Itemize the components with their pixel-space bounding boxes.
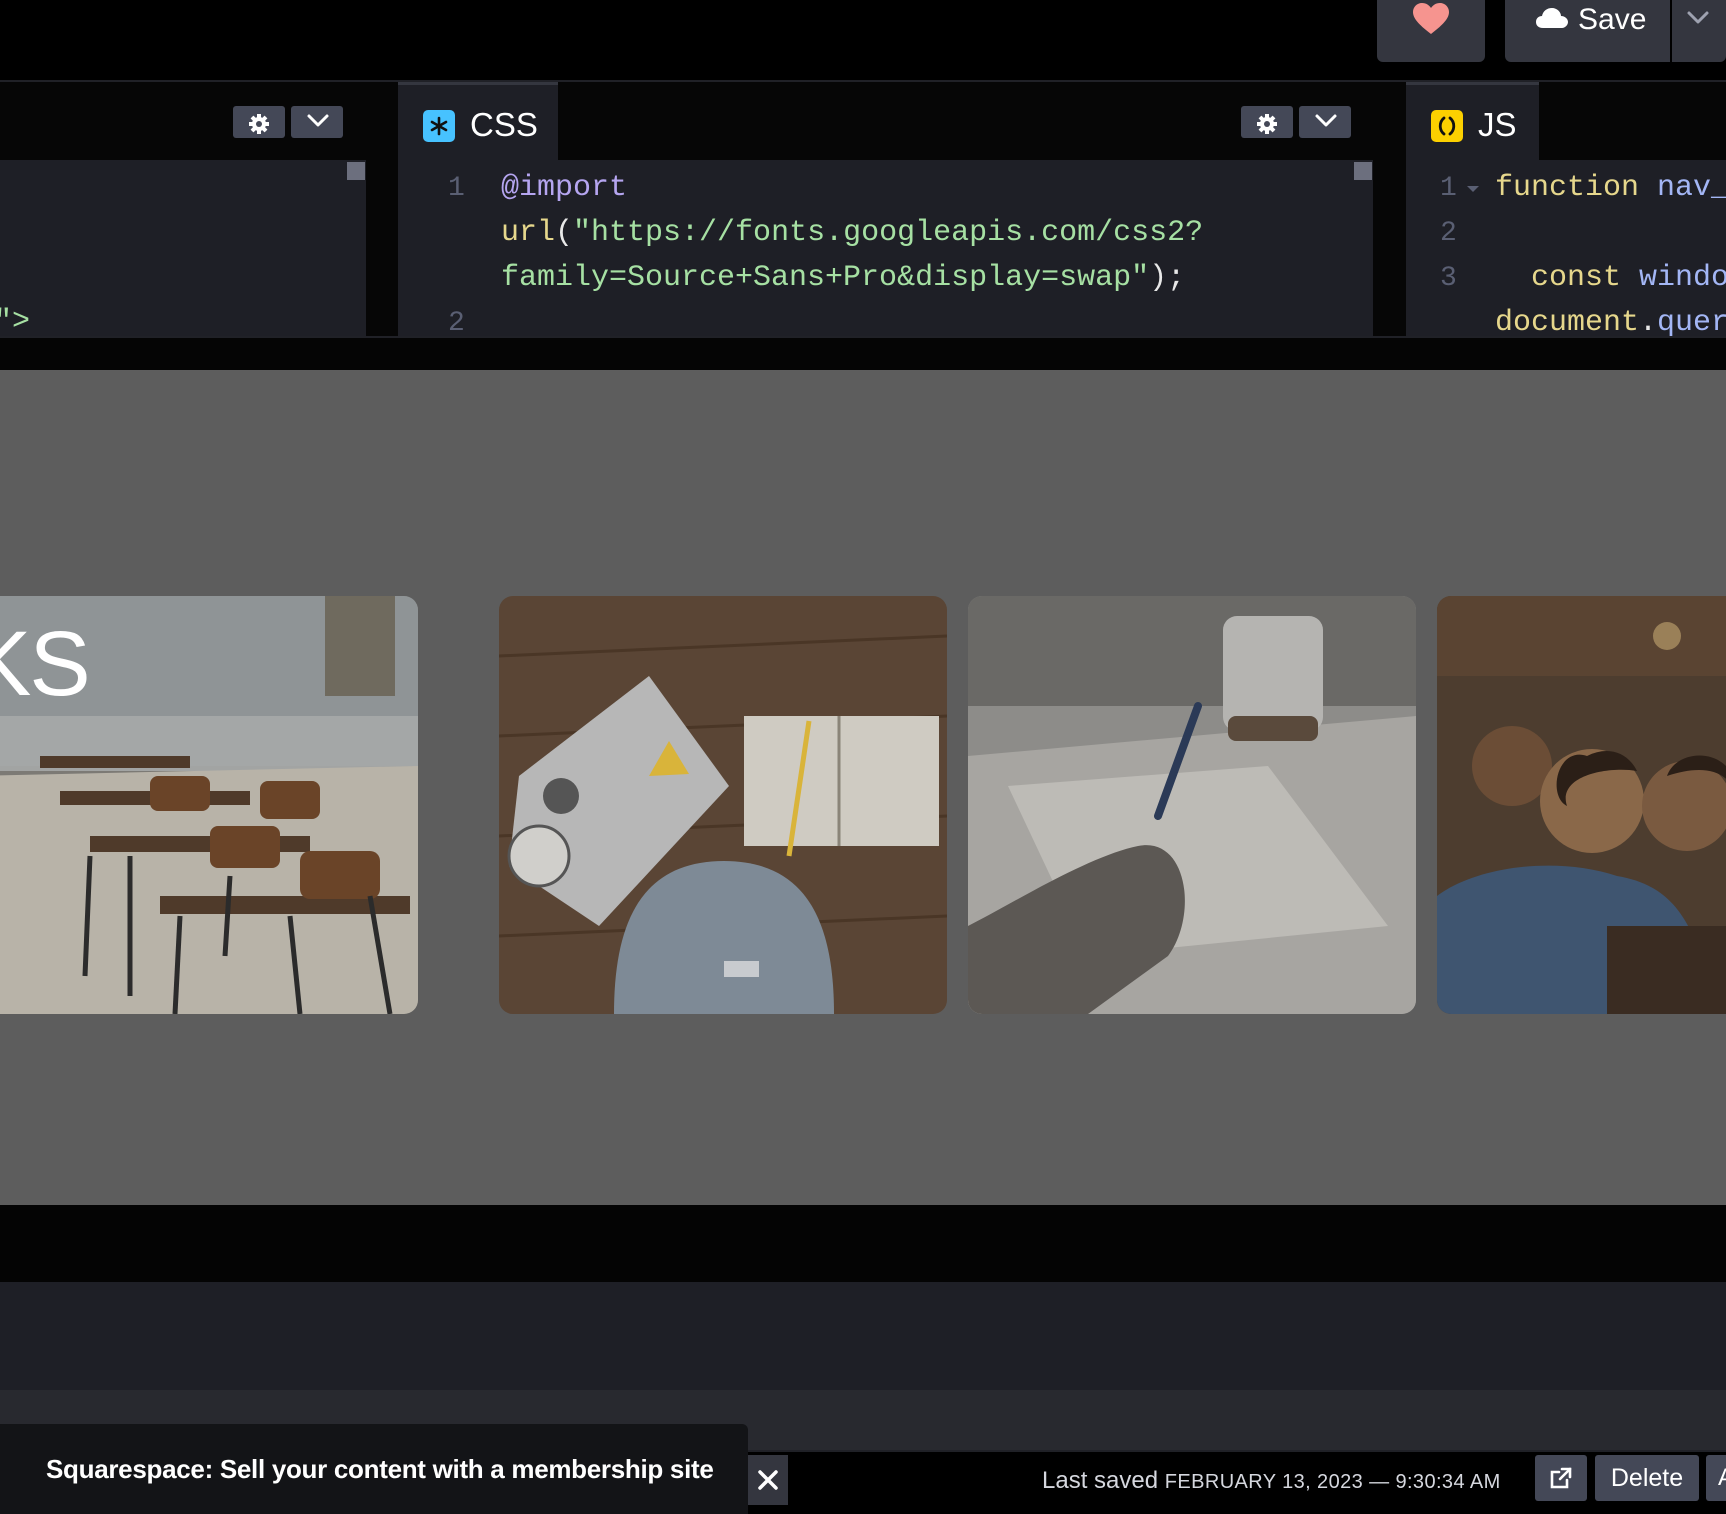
external-link-icon: [1550, 1467, 1572, 1489]
js-editor-panel: JS 1 2 3 function nav_ const windo docum…: [1406, 82, 1726, 336]
close-ad-button[interactable]: [748, 1455, 788, 1505]
card-students-image: [1437, 596, 1726, 1014]
tab-css-label: CSS: [470, 106, 538, 143]
cloud-icon: [1536, 8, 1568, 28]
card-overlay-text: KS: [0, 613, 91, 715]
close-icon: [758, 1470, 778, 1490]
resize-handle[interactable]: [0, 336, 1726, 370]
save-button[interactable]: Save: [1505, 0, 1670, 62]
card-writing-notes-image: [968, 596, 1416, 1014]
js-line-1: function nav_: [1495, 171, 1726, 205]
html-scrollbar-thumb[interactable]: [347, 162, 365, 180]
heart-icon: [1413, 3, 1449, 34]
line-number: 2: [1440, 218, 1457, 249]
gear-icon: [249, 114, 269, 134]
css-line-1b: url("https://fonts.googleapis.com/css2?: [501, 216, 1204, 250]
gear-icon: [1257, 114, 1277, 134]
footer-button-truncated[interactable]: A: [1706, 1455, 1726, 1501]
love-button[interactable]: [1377, 0, 1485, 62]
save-label: Save: [1578, 3, 1647, 36]
result-preview: KS: [0, 370, 1726, 1205]
css-line-1a: @import: [501, 171, 628, 205]
chevron-down-icon: [1687, 11, 1709, 24]
js-code-area[interactable]: 1 2 3 function nav_ const windo document…: [1406, 160, 1726, 336]
delete-button[interactable]: Delete: [1595, 1455, 1699, 1501]
js-line-3: const windo: [1531, 261, 1726, 295]
sponsor-ad[interactable]: Squarespace: Sell your content with a me…: [0, 1424, 748, 1514]
js-line-3b: document.quer: [1495, 306, 1726, 336]
css-code-area[interactable]: 1 2 @import url("https://fonts.googleapi…: [398, 160, 1373, 336]
parentheses-icon: [1431, 110, 1463, 142]
asterisk-icon: [423, 110, 455, 142]
html-collapse-button[interactable]: [291, 106, 343, 138]
css-line-1c: family=Source+Sans+Pro&display=swap");: [501, 261, 1186, 295]
fold-arrow-icon[interactable]: [1466, 184, 1480, 194]
chevron-down-icon: [307, 114, 329, 127]
line-number: 1: [1440, 173, 1457, 204]
css-collapse-button[interactable]: [1299, 106, 1351, 138]
chevron-down-icon: [1315, 114, 1337, 127]
save-options-button[interactable]: [1672, 0, 1726, 62]
tab-js-label: JS: [1478, 106, 1517, 143]
line-number: 3: [1440, 263, 1457, 294]
css-settings-button[interactable]: [1241, 106, 1293, 138]
top-header: Save: [0, 0, 1726, 82]
card-laptop-backpack-image: [499, 596, 947, 1014]
html-code-area[interactable]: ">: [0, 160, 366, 336]
line-number: 1: [448, 173, 465, 204]
tab-css[interactable]: CSS: [398, 82, 558, 160]
line-number: 2: [448, 308, 465, 336]
css-scrollbar-thumb[interactable]: [1354, 162, 1372, 180]
html-settings-button[interactable]: [233, 106, 285, 138]
open-external-button[interactable]: [1535, 1455, 1587, 1501]
tab-js[interactable]: JS: [1406, 82, 1539, 160]
css-editor-panel: CSS 1 2 @import url("https://fonts.googl…: [398, 82, 1373, 336]
console-header: [0, 1205, 1726, 1282]
last-saved-status: Last saved FEBRUARY 13, 2023 — 9:30:34 A…: [1042, 1464, 1501, 1499]
card-classroom-image: KS: [0, 596, 418, 1014]
html-code-fragment: ">: [0, 305, 31, 336]
ad-text[interactable]: Squarespace: Sell your content with a me…: [46, 1452, 714, 1486]
editor-panels: "> CSS: [0, 82, 1726, 336]
last-saved-time: FEBRUARY 13, 2023 — 9:30:34 AM: [1164, 1471, 1501, 1493]
last-saved-label: Last saved: [1042, 1467, 1159, 1494]
html-editor-panel: ">: [0, 82, 366, 336]
console-panel: [0, 1282, 1726, 1390]
